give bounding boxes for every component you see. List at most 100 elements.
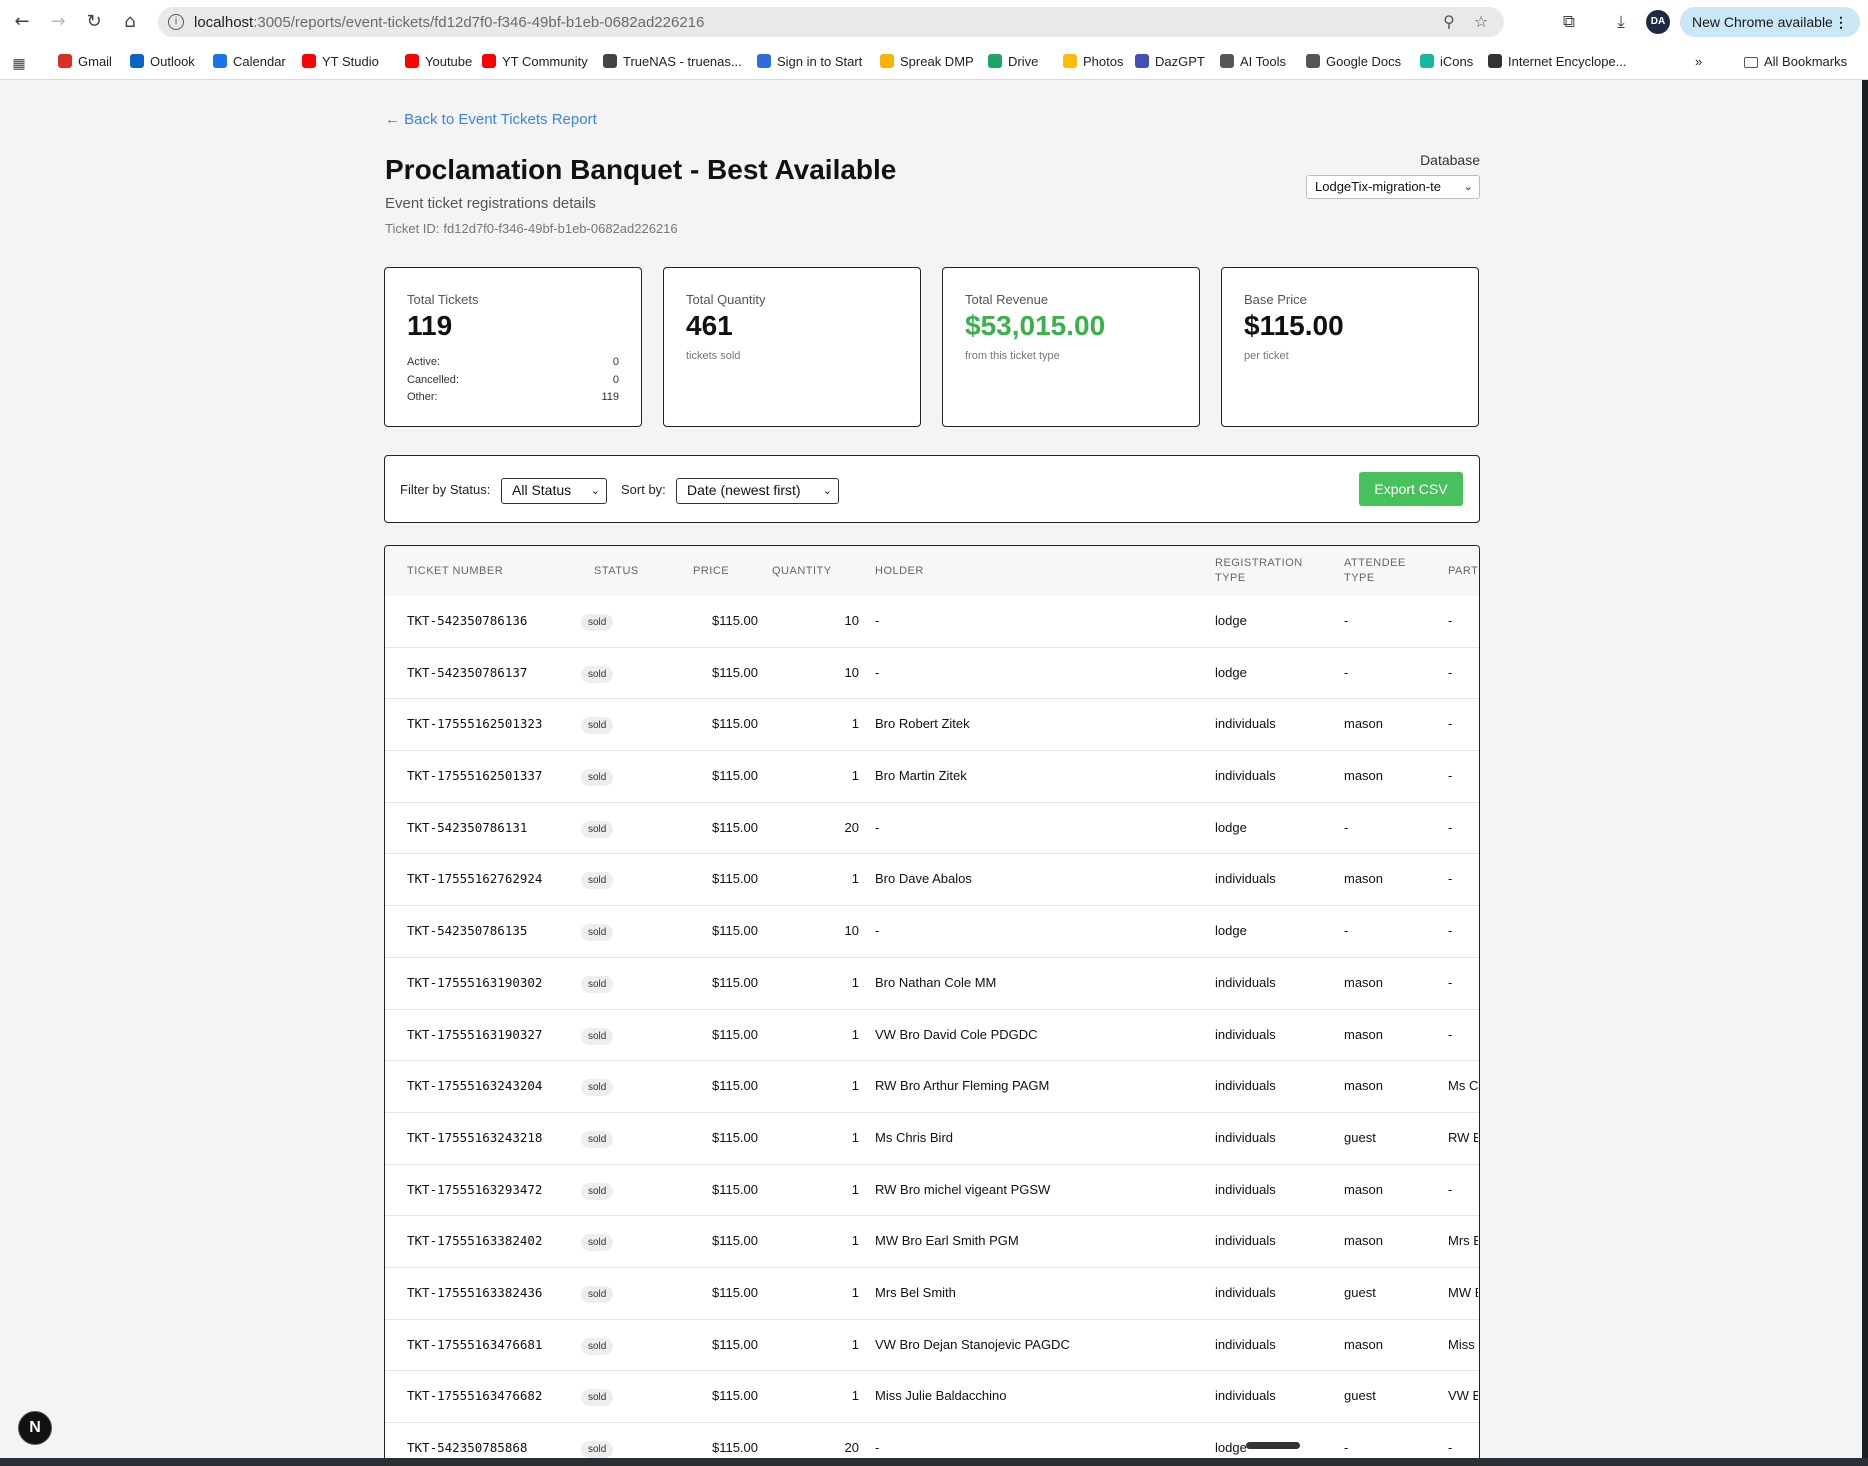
quantity-cell: 20 [844, 819, 859, 835]
site-info-icon[interactable]: i [168, 14, 184, 30]
col-holder[interactable]: HOLDER [875, 564, 924, 579]
address-bar[interactable]: i localhost:3005/reports/event-tickets/f… [158, 7, 1504, 37]
col-registration-type[interactable]: REGISTRATION TYPE [1215, 556, 1303, 586]
holder-cell: - [875, 923, 880, 939]
attendee-type-cell: mason [1344, 768, 1384, 784]
database-select[interactable]: LodgeTix-migration-te ⌄ [1306, 175, 1480, 199]
card-value: $53,015.00 [965, 310, 1106, 341]
table-row[interactable]: TKT-17555163243204 $115.00 1 RW Bro Arthur … [385, 1061, 1479, 1113]
bookmark-0[interactable]: Gmail [58, 53, 112, 71]
quantity-cell: 1 [851, 768, 859, 784]
scroll-indicator[interactable] [1246, 1442, 1300, 1449]
bookmark-1[interactable]: Outlook [130, 53, 195, 71]
quantity-cell: 1 [851, 1026, 859, 1042]
attendee-type-cell: mason [1344, 1336, 1384, 1352]
bookmark-8[interactable]: Spreak DMP [880, 53, 974, 71]
bookmark-7[interactable]: Sign in to Start [757, 53, 862, 71]
bookmark-5[interactable]: YT Community [482, 53, 588, 71]
export-csv-button[interactable]: Export CSV [1359, 472, 1463, 506]
col-quantity[interactable]: QUANTITY [772, 564, 832, 579]
table-row[interactable]: TKT-17555162501337 $115.00 1 Bro Martin Zit… [385, 751, 1479, 803]
extensions-icon[interactable]: ⧉ [1557, 10, 1581, 34]
table-row[interactable]: TKT-542350786136 $115.00 10 - lodge - - sold [385, 596, 1479, 648]
bookmark-14[interactable]: iCons [1420, 53, 1473, 71]
download-icon[interactable]: ⤓ [1609, 10, 1633, 34]
gmail-icon [58, 54, 72, 68]
partner-cell: Ms C [1448, 1078, 1478, 1094]
table-row[interactable]: TKT-17555162501323 $115.00 1 Bro Robert Zit… [385, 699, 1479, 752]
apps-grid-icon[interactable]: ▦ [12, 53, 32, 71]
bookmark-10[interactable]: Photos [1063, 53, 1123, 71]
url-text[interactable]: localhost:3005/reports/event-tickets/fd1… [194, 14, 704, 31]
attendee-type-cell: mason [1344, 1233, 1384, 1249]
bookmark-12[interactable]: AI Tools [1220, 53, 1286, 71]
col-partner[interactable]: PART [1448, 564, 1478, 579]
forward-arrow-icon[interactable]: → [46, 10, 70, 34]
col-attendee-type[interactable]: ATTENDEE TYPE [1344, 556, 1406, 586]
home-icon[interactable]: ⌂ [118, 10, 142, 34]
sort-select[interactable]: Date (newest first) ⌄ [676, 478, 839, 504]
page-subtitle: Event ticket registrations details [385, 195, 596, 212]
partner-cell: - [1448, 664, 1453, 680]
all-bookmarks-folder[interactable]: All Bookmarks [1744, 53, 1847, 71]
holder-cell: Mrs Bel Smith [875, 1284, 956, 1300]
bookmark-3[interactable]: YT Studio [302, 53, 379, 71]
registration-type-cell: lodge [1215, 664, 1247, 680]
col-price[interactable]: PRICE [693, 564, 729, 579]
back-arrow-icon[interactable]: ← [10, 10, 34, 34]
bookmark-2[interactable]: Calendar [213, 53, 286, 71]
bookmarks-overflow-icon[interactable]: » [1695, 53, 1702, 71]
nextjs-dev-badge[interactable]: N [18, 1411, 52, 1445]
table-row[interactable]: TKT-17555162762924 $115.00 1 Bro Dave Abalo… [385, 854, 1479, 907]
bookmark-9[interactable]: Drive [988, 53, 1038, 71]
table-row[interactable]: TKT-17555163382402 $115.00 1 MW Bro Earl Sm… [385, 1216, 1479, 1268]
status-badge: sold [581, 1389, 614, 1407]
holder-cell: VW Bro Dejan Stanojevic PAGDC [875, 1336, 1070, 1352]
table-row[interactable]: TKT-17555163243218 $115.00 1 Ms Chris Bird i… [385, 1113, 1479, 1165]
youtube-icon [405, 54, 419, 68]
registration-type-cell: individuals [1215, 1388, 1276, 1404]
table-header: TICKET NUMBER STATUS PRICE QUANTITY HOLD… [385, 546, 1479, 596]
table-row[interactable]: TKT-542350786131 $115.00 20- lodge - - sold [385, 803, 1479, 855]
reload-icon[interactable]: ↻ [82, 10, 106, 34]
table-row[interactable]: TKT-17555163476681 $115.00 1 VW Bro Dejan S… [385, 1320, 1479, 1372]
card-sub: from this ticket type [965, 350, 1060, 362]
ticket-number-cell: TKT-17555163382402 [407, 1233, 543, 1249]
more-menu-icon[interactable]: ⋮ [1834, 7, 1848, 37]
table-row[interactable]: TKT-542350786135 $115.00 10- lodge - - sold [385, 906, 1479, 958]
profile-avatar[interactable]: DA [1646, 10, 1670, 34]
chrome-update-button[interactable]: New Chrome available ⋮ [1680, 7, 1860, 37]
bookmark-11[interactable]: DazGPT [1135, 53, 1205, 71]
status-filter-select[interactable]: All Status ⌄ [501, 478, 607, 504]
bookmark-4[interactable]: Youtube [405, 53, 472, 71]
youtube-studio-icon [302, 54, 316, 68]
price-cell: $115.00 [711, 974, 758, 990]
table-row[interactable]: TKT-17555163476682 $115.00 1 Miss Julie Bal… [385, 1371, 1479, 1423]
partner-cell: - [1448, 768, 1453, 784]
folder-icon [1220, 54, 1234, 68]
attendee-type-cell: guest [1344, 1284, 1376, 1300]
registration-type-cell: individuals [1215, 974, 1276, 990]
bookmark-13[interactable]: Google Docs [1306, 53, 1401, 71]
partner-cell: VW B [1448, 1388, 1478, 1404]
attendee-type-cell: - [1344, 819, 1349, 835]
col-status[interactable]: STATUS [594, 564, 639, 579]
bookmark-6[interactable]: TrueNAS - truenas... [603, 53, 742, 71]
table-row[interactable]: TKT-17555163382436 $115.00 1 Mrs Bel Smith i… [385, 1268, 1479, 1320]
zoom-icon[interactable]: ⚲ [1440, 13, 1458, 31]
status-badge: sold [581, 1182, 614, 1200]
bookmark-15[interactable]: Internet Encyclope... [1488, 53, 1627, 71]
table-row[interactable]: TKT-17555163293472 $115.00 1 RW Bro michel … [385, 1165, 1479, 1217]
table-row[interactable]: TKT-542350786137 $115.00 10- lodge - - sold [385, 648, 1479, 700]
table-row[interactable]: TKT-17555163190302 $115.00 1 Bro Nathan Col… [385, 958, 1479, 1010]
back-to-report-link[interactable]: ← Back to Event Tickets Report [385, 111, 597, 128]
card-value: 119 [407, 310, 453, 341]
price-cell: $115.00 [711, 1026, 758, 1042]
table-body: TKT-542350786136 $115.00 10- lodge - - sold TKT… [385, 596, 1479, 1466]
table-row[interactable]: TKT-17555163190327 $115.00 1 VW Bro David C… [385, 1010, 1479, 1062]
registration-type-cell: individuals [1215, 716, 1276, 732]
col-ticket-number[interactable]: TICKET NUMBER [407, 564, 503, 579]
attendee-type-cell: - [1344, 613, 1349, 628]
bookmark-star-icon[interactable]: ☆ [1472, 13, 1490, 31]
ticket-number-cell: TKT-17555163476682 [407, 1388, 543, 1404]
